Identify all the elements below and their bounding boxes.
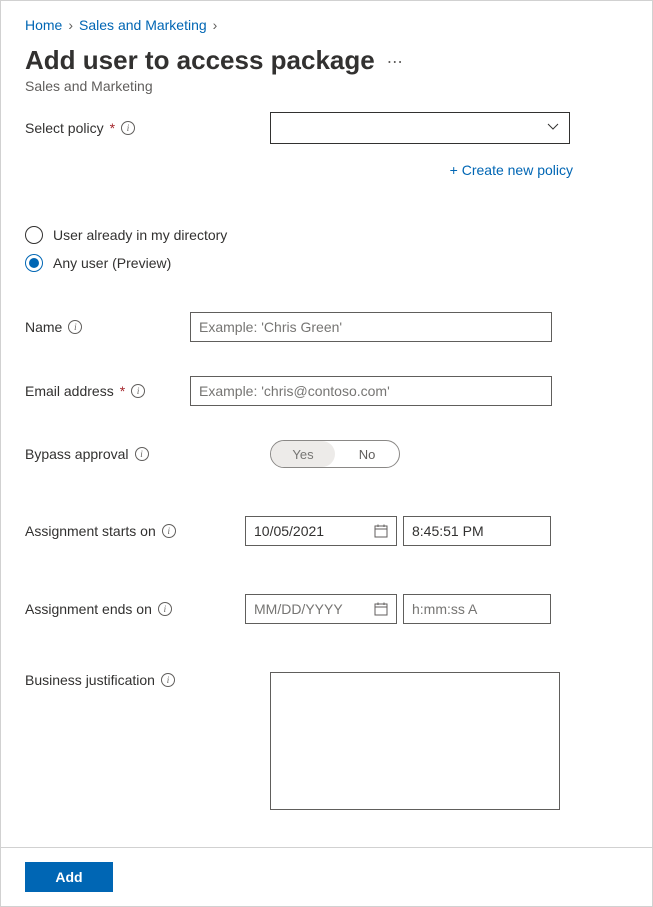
start-date-value: 10/05/2021 [254, 523, 324, 539]
start-time-value: 8:45:51 PM [412, 523, 484, 539]
end-time-input[interactable]: h:mm:ss A [403, 594, 551, 624]
footer: Add [1, 847, 652, 906]
email-label: Email address [25, 383, 114, 399]
select-policy-label: Select policy [25, 120, 104, 136]
info-icon[interactable]: i [161, 673, 175, 687]
chevron-down-icon [547, 120, 559, 136]
select-policy-dropdown[interactable] [270, 112, 570, 144]
create-new-policy-link[interactable]: + Create new policy [450, 162, 573, 178]
breadcrumb: Home › Sales and Marketing › [25, 17, 628, 33]
start-date-input[interactable]: 10/05/2021 [245, 516, 397, 546]
name-label: Name [25, 319, 62, 335]
required-marker: * [110, 120, 115, 136]
end-date-placeholder: MM/DD/YYYY [254, 601, 343, 617]
radio-icon [25, 254, 43, 272]
radio-user-in-directory[interactable]: User already in my directory [25, 226, 628, 244]
assignment-ends-label: Assignment ends on [25, 601, 152, 617]
info-icon[interactable]: i [68, 320, 82, 334]
info-icon[interactable]: i [121, 121, 135, 135]
chevron-right-icon: › [213, 17, 218, 33]
more-icon[interactable]: ⋯ [387, 52, 404, 72]
name-input[interactable] [190, 312, 552, 342]
business-justification-label: Business justification [25, 672, 155, 688]
calendar-icon [374, 602, 388, 616]
start-time-input[interactable]: 8:45:51 PM [403, 516, 551, 546]
required-marker: * [120, 383, 125, 399]
end-time-placeholder: h:mm:ss A [412, 601, 477, 617]
user-type-radio-group: User already in my directory Any user (P… [25, 226, 628, 272]
radio-icon [25, 226, 43, 244]
assignment-starts-label: Assignment starts on [25, 523, 156, 539]
radio-label: Any user (Preview) [53, 255, 171, 271]
radio-any-user[interactable]: Any user (Preview) [25, 254, 628, 272]
page-title: Add user to access package [25, 45, 375, 76]
bypass-approval-label: Bypass approval [25, 446, 129, 462]
info-icon[interactable]: i [158, 602, 172, 616]
add-button[interactable]: Add [25, 862, 113, 892]
toggle-yes[interactable]: Yes [271, 441, 335, 467]
info-icon[interactable]: i [135, 447, 149, 461]
info-icon[interactable]: i [162, 524, 176, 538]
business-justification-input[interactable] [270, 672, 560, 810]
breadcrumb-section[interactable]: Sales and Marketing [79, 17, 207, 33]
breadcrumb-home[interactable]: Home [25, 17, 62, 33]
chevron-right-icon: › [68, 17, 73, 33]
radio-label: User already in my directory [53, 227, 227, 243]
calendar-icon [374, 524, 388, 538]
info-icon[interactable]: i [131, 384, 145, 398]
page-subtitle: Sales and Marketing [25, 78, 628, 94]
email-input[interactable] [190, 376, 552, 406]
toggle-no[interactable]: No [335, 441, 399, 467]
bypass-approval-toggle[interactable]: Yes No [270, 440, 400, 468]
end-date-input[interactable]: MM/DD/YYYY [245, 594, 397, 624]
